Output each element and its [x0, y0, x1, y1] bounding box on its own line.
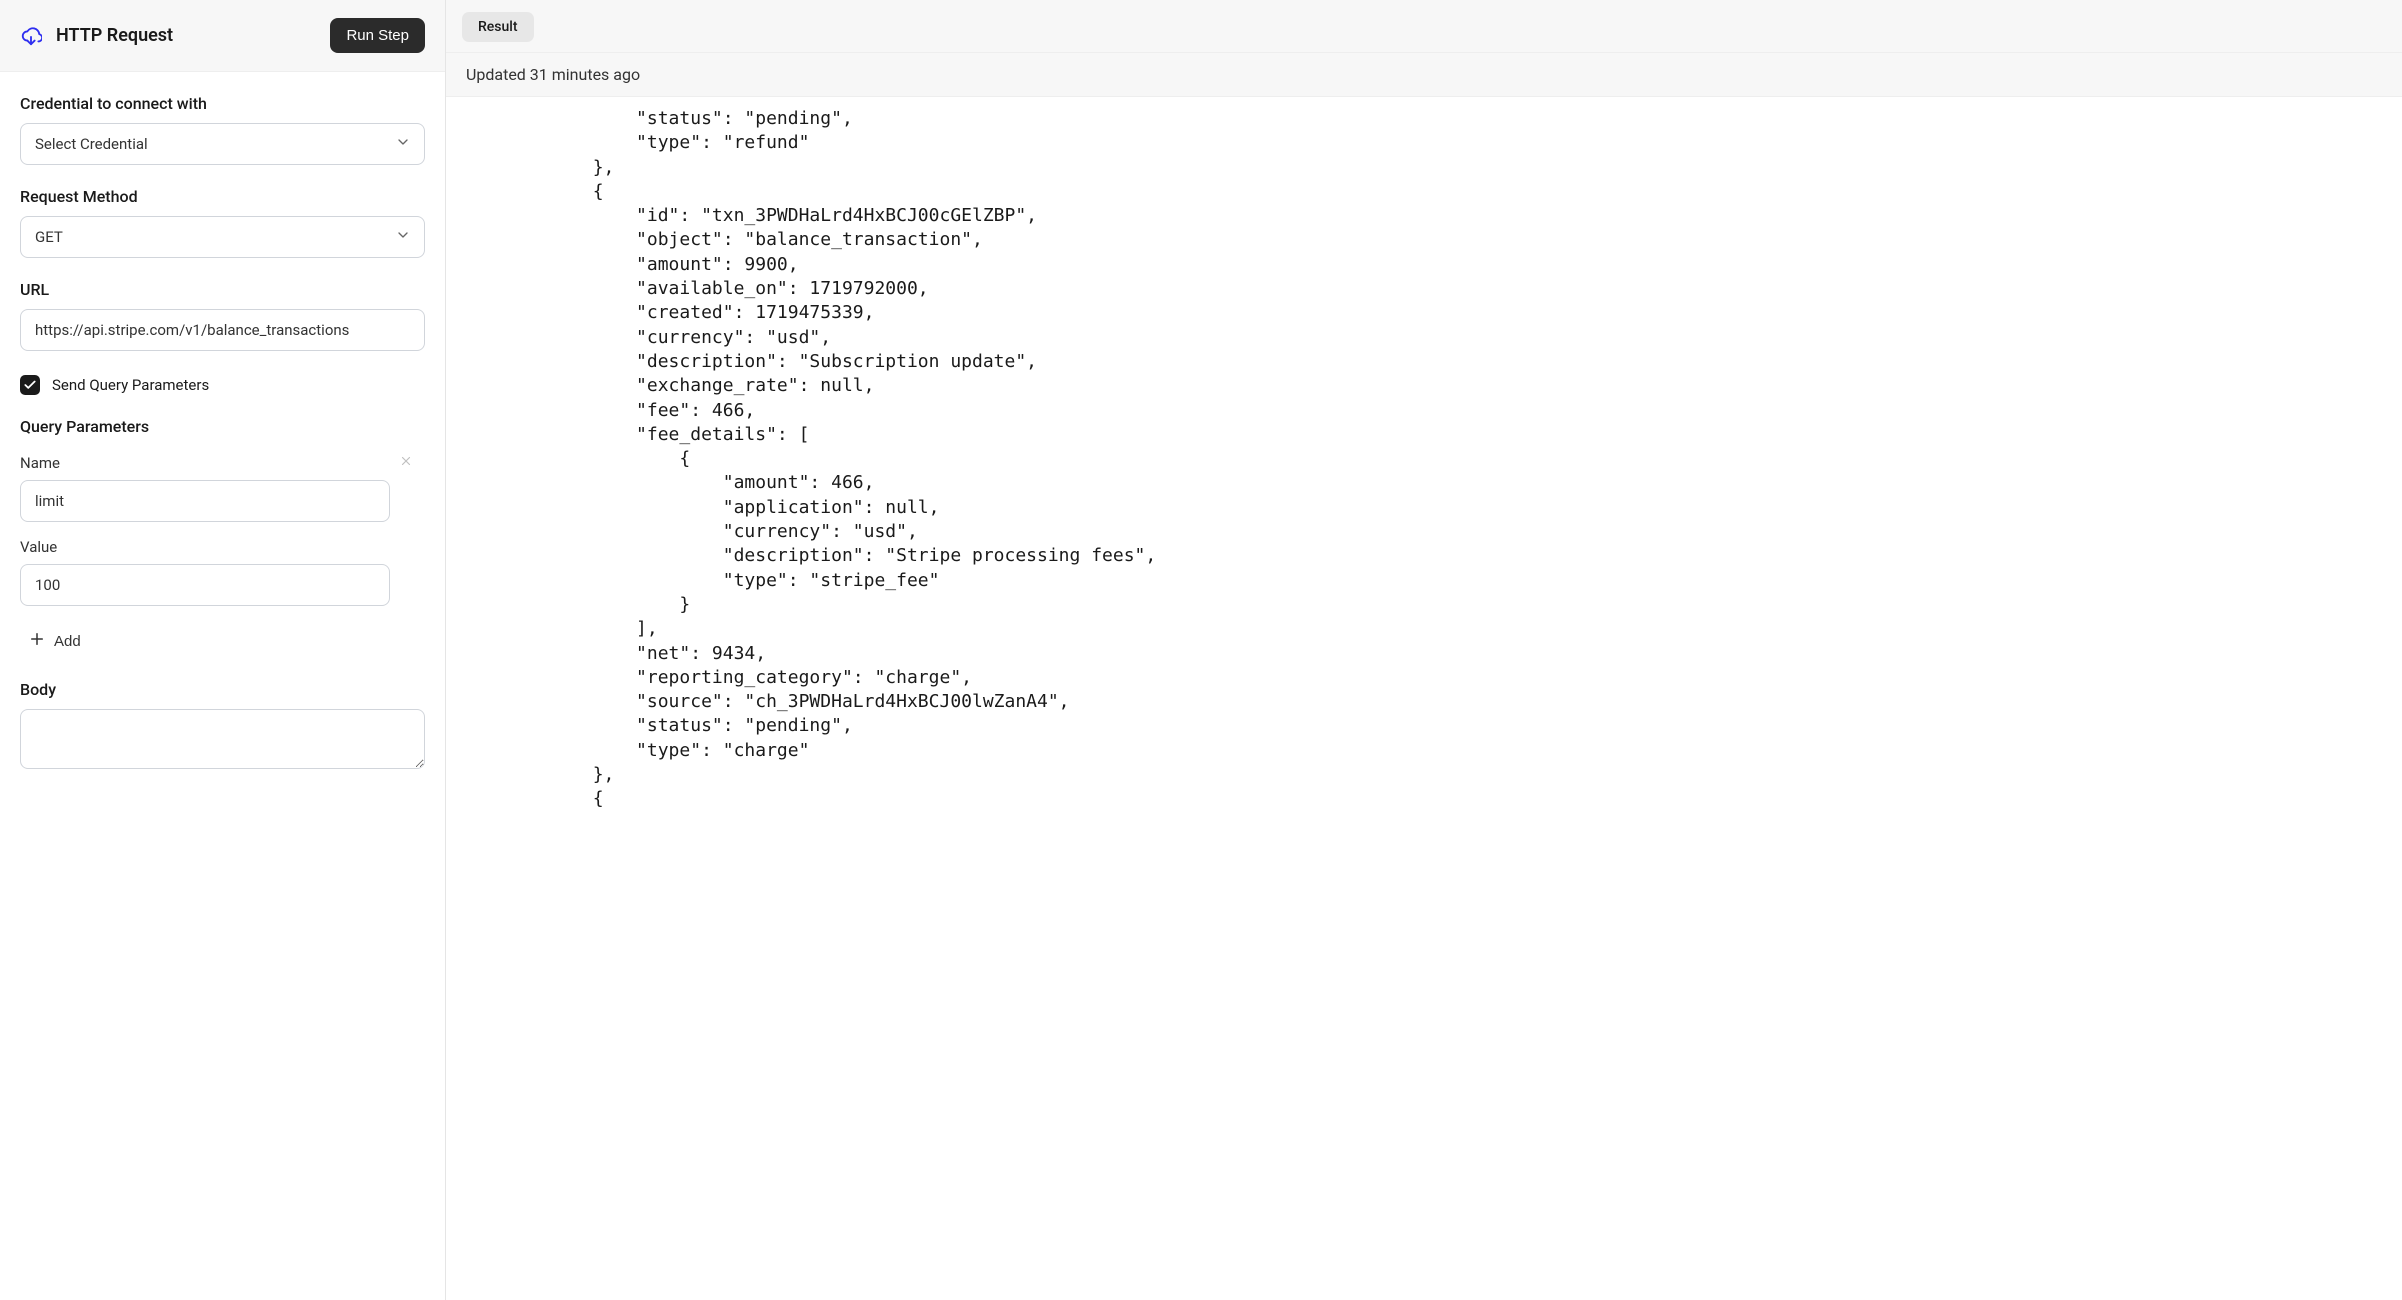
- cloud-download-icon: [20, 25, 42, 47]
- param-name-label: Name: [20, 454, 60, 472]
- credential-select-wrap: Select Credential: [20, 123, 425, 165]
- param-name-row: Name: [20, 446, 425, 480]
- method-select[interactable]: GET: [20, 216, 425, 258]
- run-step-button[interactable]: Run Step: [330, 18, 425, 53]
- method-select-wrap: GET: [20, 216, 425, 258]
- updated-text: Updated 31 minutes ago: [466, 65, 640, 84]
- param-value-label: Value: [20, 538, 425, 556]
- config-header: HTTP Request Run Step: [0, 0, 445, 72]
- url-label: URL: [20, 280, 425, 299]
- param-value-input-wrap: [20, 564, 390, 606]
- body-label: Body: [20, 680, 425, 699]
- param-name-input[interactable]: [20, 480, 390, 522]
- remove-param-button[interactable]: [395, 450, 417, 476]
- query-params-label: Query Parameters: [20, 417, 425, 436]
- result-tabs: Result Updated 31 minutes ago: [446, 0, 2402, 97]
- config-panel: HTTP Request Run Step Credential to conn…: [0, 0, 446, 1300]
- status-bar: Updated 31 minutes ago: [446, 52, 2402, 97]
- add-param-label: Add: [54, 633, 81, 650]
- param-value-input[interactable]: [20, 564, 390, 606]
- step-title-group: HTTP Request: [20, 25, 173, 47]
- param-name-input-wrap: [20, 480, 390, 522]
- add-param-button[interactable]: Add: [20, 624, 89, 658]
- step-title: HTTP Request: [56, 25, 173, 46]
- method-label: Request Method: [20, 187, 425, 206]
- send-query-label: Send Query Parameters: [52, 376, 209, 394]
- credential-label: Credential to connect with: [20, 94, 425, 113]
- result-code[interactable]: "status": "pending", "type": "refund" },…: [446, 97, 2402, 1300]
- url-input[interactable]: [20, 309, 425, 351]
- credential-select[interactable]: Select Credential: [20, 123, 425, 165]
- plus-icon: [28, 630, 46, 652]
- config-form: Credential to connect with Select Creden…: [0, 72, 445, 795]
- url-input-wrap: [20, 309, 425, 351]
- body-input[interactable]: [20, 709, 425, 769]
- send-query-row: Send Query Parameters: [20, 375, 425, 395]
- tab-result[interactable]: Result: [462, 12, 534, 42]
- send-query-checkbox[interactable]: [20, 375, 40, 395]
- result-panel: Result Updated 31 minutes ago "status": …: [446, 0, 2402, 1300]
